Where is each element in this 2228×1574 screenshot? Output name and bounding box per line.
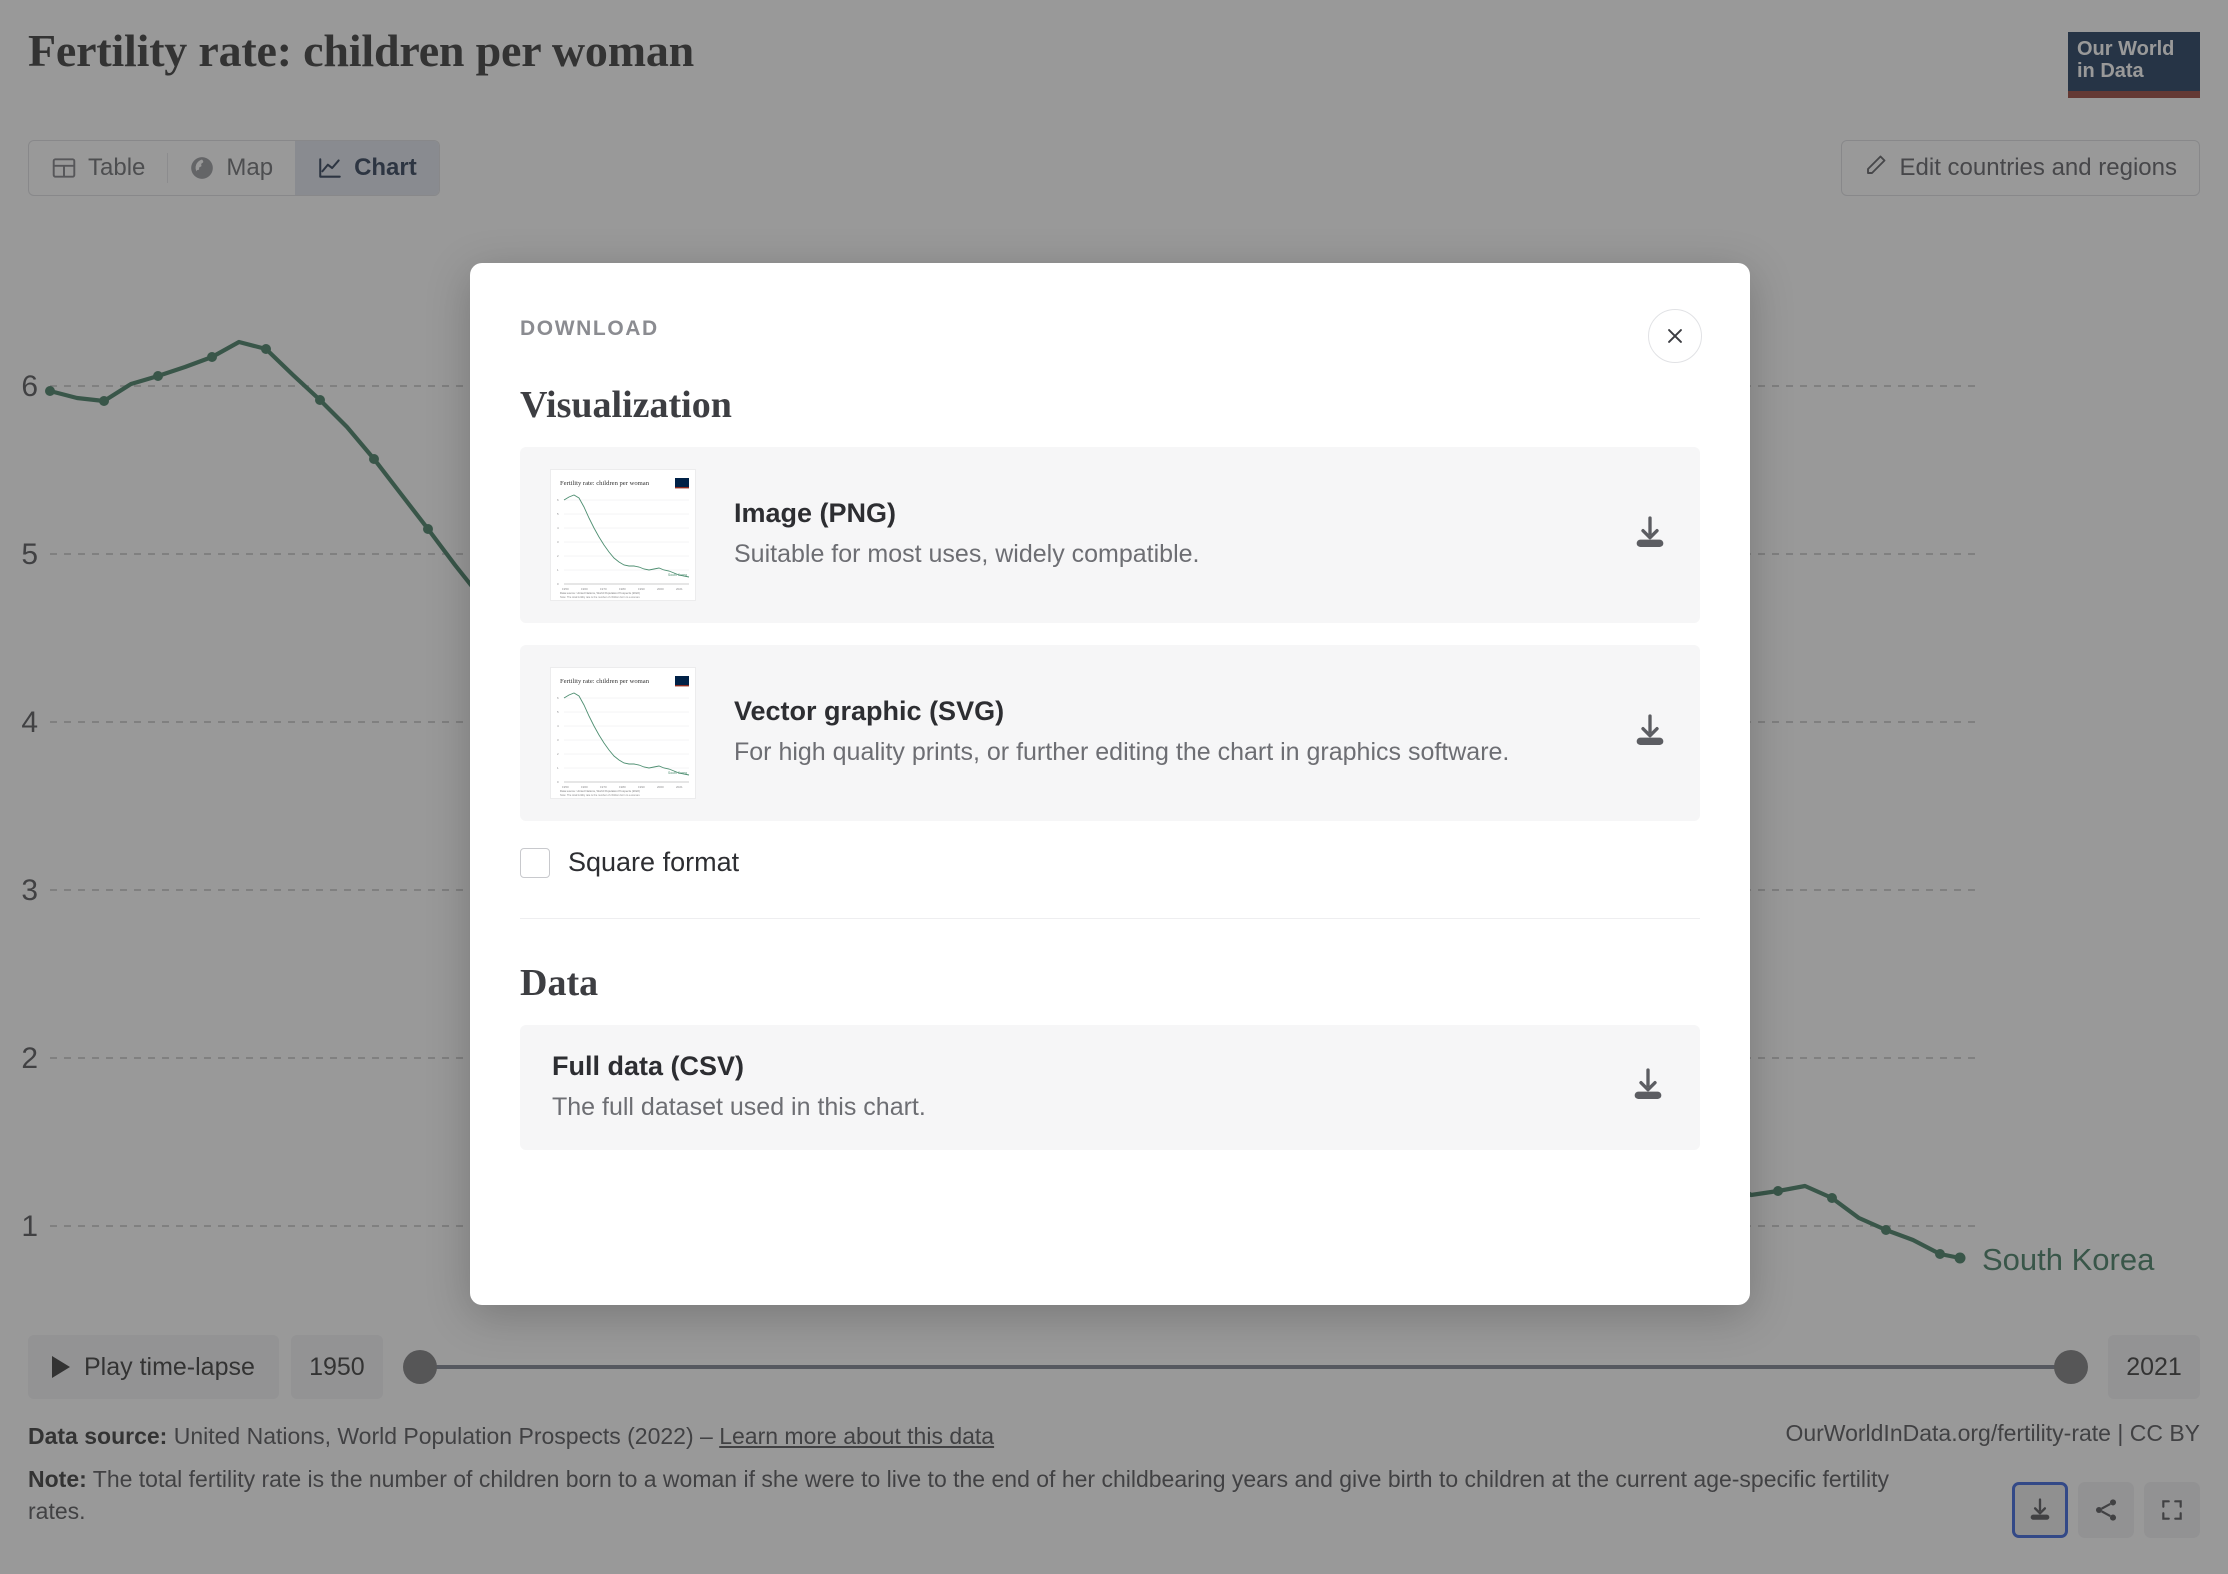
- close-icon[interactable]: [1648, 309, 1702, 363]
- svg-thumbnail: Fertility rate: children per woman South…: [550, 667, 696, 799]
- svg-text:2021: 2021: [676, 587, 683, 591]
- modal-eyebrow: DOWNLOAD: [520, 317, 659, 340]
- png-card-title: Image (PNG): [734, 498, 897, 529]
- svg-text:Data source: United Nations, W: Data source: United Nations, World Popul…: [560, 591, 640, 595]
- data-heading: Data: [520, 962, 599, 1004]
- download-icon[interactable]: [1628, 1065, 1668, 1110]
- download-png-card[interactable]: Fertility rate: children per woman South…: [520, 447, 1700, 623]
- svg-card-description: For high quality prints, or further edit…: [734, 738, 1510, 767]
- svg-text:South Korea: South Korea: [668, 771, 687, 775]
- section-divider: [520, 918, 1700, 919]
- svg-text:Note: The total fertility rate: Note: The total fertility rate is the nu…: [560, 595, 641, 599]
- visualization-heading: Visualization: [520, 384, 732, 426]
- svg-text:Fertility rate: children per w: Fertility rate: children per woman: [560, 678, 650, 685]
- svg-card-title: Vector graphic (SVG): [734, 696, 1005, 727]
- csv-card-title: Full data (CSV): [552, 1051, 745, 1081]
- download-svg-card[interactable]: Fertility rate: children per woman South…: [520, 645, 1700, 821]
- svg-text:Fertility rate: children per w: Fertility rate: children per woman: [560, 480, 650, 487]
- download-modal: DOWNLOAD Visualization Fertility rate: c…: [470, 263, 1750, 1305]
- square-format-checkbox[interactable]: [520, 847, 550, 878]
- png-card-description: Suitable for most uses, widely compatibl…: [734, 540, 1200, 569]
- download-icon[interactable]: [1630, 711, 1670, 756]
- svg-text:2000: 2000: [657, 785, 664, 789]
- download-csv-card[interactable]: Full data (CSV) The full dataset used in…: [520, 1025, 1700, 1151]
- svg-text:2021: 2021: [676, 785, 683, 789]
- svg-text:2000: 2000: [657, 587, 664, 591]
- csv-card-description: The full dataset used in this chart.: [552, 1093, 926, 1121]
- square-format-label: Square format: [568, 847, 740, 877]
- download-icon[interactable]: [1630, 513, 1670, 558]
- svg-text:Note: The total fertility rate: Note: The total fertility rate is the nu…: [560, 793, 641, 797]
- svg-text:South Korea: South Korea: [668, 573, 687, 577]
- square-format-checkbox-row[interactable]: Square format: [520, 847, 1700, 878]
- svg-text:Data source: United Nations, W: Data source: United Nations, World Popul…: [560, 789, 640, 793]
- png-thumbnail: Fertility rate: children per woman South…: [550, 469, 696, 601]
